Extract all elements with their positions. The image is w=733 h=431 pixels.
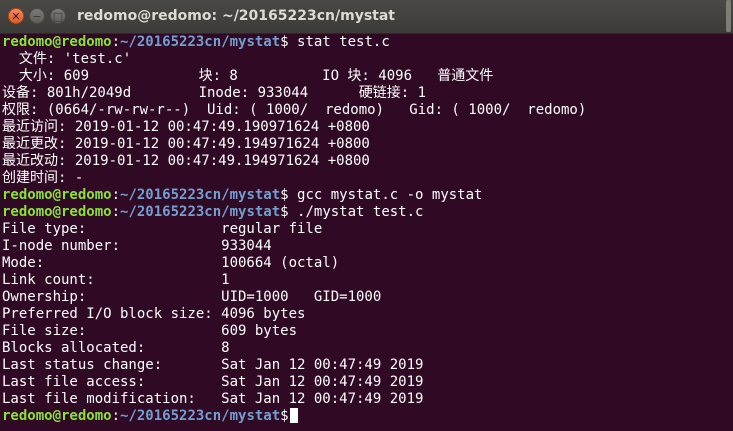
output-line: Last file modification: Sat Jan 12 00:47… (2, 391, 424, 407)
prompt-user: redomo@redomo (2, 408, 112, 424)
output-line: 创建时间: - (2, 170, 84, 186)
prompt-path: ~/20165223cn/mystat (120, 187, 281, 203)
prompt-separator: : (111, 34, 121, 50)
prompt-sign: $ (280, 408, 289, 424)
prompt-sign: $ (280, 34, 298, 50)
prompt-separator: : (111, 204, 121, 220)
terminal-scrollbar[interactable] (726, 0, 731, 32)
prompt-path: ~/20165223cn/mystat (120, 34, 281, 50)
output-line: 设备: 801h/2049d Inode: 933044 硬链接: 1 (2, 85, 427, 101)
prompt-path: ~/20165223cn/mystat (120, 408, 281, 424)
prompt-separator: : (111, 187, 121, 203)
output-line: 最近改动: 2019-01-12 00:47:49.194971624 +080… (2, 153, 370, 169)
maximize-window-button[interactable]: □ (50, 8, 66, 24)
prompt-user: redomo@redomo (2, 204, 112, 220)
close-window-button[interactable]: ✕ (8, 8, 24, 24)
output-line: 最近访问: 2019-01-12 00:47:49.190971624 +080… (2, 119, 370, 135)
output-line: 文件: 'test.c' (2, 51, 132, 67)
output-line: Last file access: Sat Jan 12 00:47:49 20… (2, 374, 424, 390)
prompt-line: redomo@redomo:~/20165223cn/mystat$ (2, 408, 726, 425)
prompt-line: redomo@redomo:~/20165223cn/mystat$ gcc m… (2, 187, 726, 204)
command-text: gcc mystat.c -o mystat (297, 187, 483, 203)
minimize-window-button[interactable]: − (29, 8, 45, 24)
text-cursor (289, 408, 298, 423)
prompt-sign: $ (280, 187, 298, 203)
output-line: Ownership: UID=1000 GID=1000 (2, 289, 382, 305)
output-line: Last status change: Sat Jan 12 00:47:49 … (2, 357, 424, 373)
output-line: 权限: (0664/-rw-rw-r--) Uid: ( 1000/ redom… (2, 102, 587, 118)
prompt-sign: $ (280, 204, 298, 220)
output-line: Preferred I/O block size: 4096 bytes (2, 306, 306, 322)
prompt-user: redomo@redomo (2, 34, 112, 50)
output-line: 最近更改: 2019-01-12 00:47:49.194971624 +080… (2, 136, 370, 152)
terminal-output[interactable]: redomo@redomo:~/20165223cn/mystat$ stat … (2, 34, 726, 429)
window-titlebar[interactable]: ✕ − □ redomo@redomo: ~/20165223cn/mystat (0, 0, 733, 34)
prompt-line: redomo@redomo:~/20165223cn/mystat$ stat … (2, 34, 726, 51)
output-line: 大小: 609 块: 8 IO 块: 4096 普通文件 (2, 68, 494, 84)
prompt-user: redomo@redomo (2, 187, 112, 203)
output-line: File type: regular file (2, 221, 323, 237)
output-line: Mode: 100664 (octal) (2, 255, 340, 271)
window-title: redomo@redomo: ~/20165223cn/mystat (77, 8, 395, 24)
command-text: ./mystat test.c (297, 204, 424, 220)
output-line: File size: 609 bytes (2, 323, 298, 339)
output-line: Blocks allocated: 8 (2, 340, 230, 356)
prompt-line: redomo@redomo:~/20165223cn/mystat$ ./mys… (2, 204, 726, 221)
command-text: stat test.c (297, 34, 390, 50)
prompt-path: ~/20165223cn/mystat (120, 204, 281, 220)
prompt-separator: : (111, 408, 121, 424)
output-line: Link count: 1 (2, 272, 230, 288)
output-line: I-node number: 933044 (2, 238, 272, 254)
